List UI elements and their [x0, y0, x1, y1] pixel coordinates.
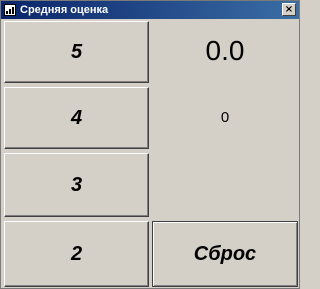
grade-2-button[interactable]: 2: [4, 221, 149, 287]
grade-4-label: 4: [70, 106, 83, 129]
close-icon[interactable]: ×: [285, 4, 293, 15]
grade-3-button[interactable]: 3: [4, 153, 149, 217]
chart-icon: [4, 4, 16, 16]
reset-label: Сброс: [193, 242, 257, 265]
window-title: Средняя оценка: [20, 4, 109, 16]
grade-2-label: 2: [70, 242, 83, 265]
grade-3-label: 3: [70, 173, 83, 196]
grade-4-button[interactable]: 4: [4, 87, 149, 149]
title-bar[interactable]: Средняя оценка ×: [1, 1, 299, 19]
close-button[interactable]: ×: [282, 3, 296, 16]
grade-5-label: 5: [70, 40, 83, 63]
app-window: Средняя оценка × 5 4 3 2 0.0 0 Сброс: [0, 0, 300, 289]
reset-button[interactable]: Сброс: [152, 221, 298, 287]
grade-5-button[interactable]: 5: [4, 21, 149, 83]
average-display: 0.0: [205, 35, 245, 66]
count-display: 0: [220, 109, 230, 126]
